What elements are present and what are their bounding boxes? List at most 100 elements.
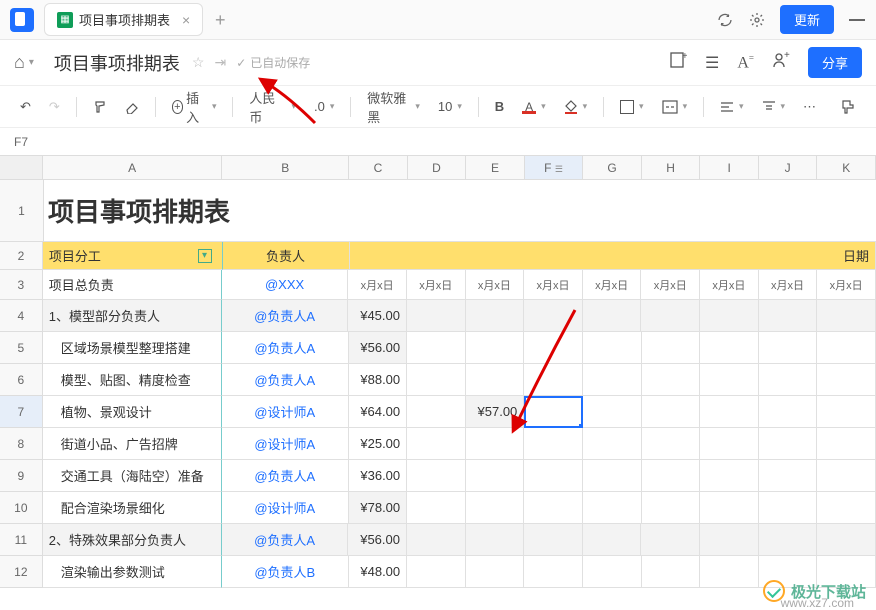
app-logo-icon[interactable]: [10, 8, 34, 32]
share-button[interactable]: 分享: [808, 47, 862, 78]
cell-k3[interactable]: x月x日: [817, 270, 876, 300]
header-date[interactable]: 日期: [350, 242, 876, 270]
cell-b4[interactable]: @负责人A: [222, 300, 349, 332]
paint-format-icon[interactable]: [834, 95, 862, 119]
header-owner[interactable]: 负责人: [223, 242, 350, 270]
cell-c7[interactable]: ¥64.00: [349, 396, 408, 428]
minimize-button[interactable]: [848, 11, 866, 29]
cell-c4[interactable]: ¥45.00: [348, 300, 407, 332]
merge-cells-button[interactable]: ▾: [656, 96, 694, 118]
close-icon[interactable]: ×: [182, 12, 190, 28]
row-header-3[interactable]: 3: [0, 270, 43, 300]
selected-cell-f7[interactable]: [524, 396, 583, 428]
cell-a6[interactable]: 模型、贴图、精度检查: [43, 364, 222, 396]
borders-button[interactable]: ▾: [614, 96, 650, 118]
filter-icon[interactable]: ▾: [198, 249, 212, 263]
cell-b10[interactable]: @设计师A: [222, 492, 349, 524]
cell-a12[interactable]: 渲染输出参数测试: [43, 556, 222, 588]
row-header-8[interactable]: 8: [0, 428, 43, 460]
document-title[interactable]: 项目事项排期表: [54, 50, 180, 76]
cell-g3[interactable]: x月x日: [583, 270, 642, 300]
cell-j3[interactable]: x月x日: [759, 270, 818, 300]
cell-b8[interactable]: @设计师A: [222, 428, 349, 460]
cell-c8[interactable]: ¥25.00: [349, 428, 408, 460]
cell-a5[interactable]: 区域场景模型整理搭建: [43, 332, 222, 364]
document-tab[interactable]: ▦ 项目事项排期表 ×: [44, 3, 203, 36]
cell-b5[interactable]: @负责人A: [222, 332, 349, 364]
currency-format-button[interactable]: 人民币▾: [243, 84, 302, 130]
undo-button[interactable]: ↶: [14, 95, 37, 119]
cell-b3[interactable]: @XXX: [222, 270, 349, 300]
row-header-5[interactable]: 5: [0, 332, 43, 364]
cell-a4[interactable]: 1、模型部分负责人: [43, 300, 222, 332]
row-header-6[interactable]: 6: [0, 364, 43, 396]
format-painter-icon[interactable]: [87, 96, 113, 118]
new-tab-button[interactable]: +: [211, 11, 229, 29]
row-header-1[interactable]: 1: [0, 180, 44, 242]
row-header-7[interactable]: 7: [0, 396, 43, 428]
cell-a7[interactable]: 植物、景观设计: [43, 396, 222, 428]
col-header-K[interactable]: K: [817, 156, 876, 180]
sheet-title[interactable]: 项目事项排期表: [44, 180, 876, 242]
cell-i3[interactable]: x月x日: [700, 270, 759, 300]
more-button[interactable]: ⋯: [797, 95, 822, 119]
col-header-J[interactable]: J: [759, 156, 818, 180]
selection-handle[interactable]: [579, 424, 583, 428]
update-button[interactable]: 更新: [780, 5, 834, 34]
cell-c11[interactable]: ¥56.00: [348, 524, 407, 556]
settings-icon[interactable]: [748, 11, 766, 29]
redo-button[interactable]: ↷: [43, 95, 66, 119]
header-task[interactable]: 项目分工▾: [43, 242, 223, 270]
cell-b9[interactable]: @负责人A: [222, 460, 349, 492]
cell-a11[interactable]: 2、特殊效果部分负责人: [43, 524, 222, 556]
cell-b12[interactable]: @负责人B: [222, 556, 349, 588]
col-header-G[interactable]: G: [583, 156, 642, 180]
row-header-12[interactable]: 12: [0, 556, 43, 588]
row-header-10[interactable]: 10: [0, 492, 43, 524]
cell-a9[interactable]: 交通工具（海陆空）准备: [43, 460, 222, 492]
vertical-align-button[interactable]: ▾: [756, 97, 792, 117]
row-header-9[interactable]: 9: [0, 460, 43, 492]
font-size-button[interactable]: 10▾: [432, 95, 468, 118]
decimal-button[interactable]: .0▾: [308, 95, 340, 118]
cell-a3[interactable]: 项目总负责: [43, 270, 222, 300]
filter-dropdown-icon[interactable]: ☰: [555, 164, 563, 174]
horizontal-align-button[interactable]: ▾: [714, 97, 750, 117]
cell-b11[interactable]: @负责人A: [222, 524, 349, 556]
home-icon[interactable]: ⌂: [14, 52, 25, 73]
insert-panel-icon[interactable]: +: [669, 51, 687, 74]
cell-c9[interactable]: ¥36.00: [349, 460, 408, 492]
cell-c3[interactable]: x月x日: [348, 270, 407, 300]
font-family-button[interactable]: 微软雅黑▾: [361, 84, 426, 130]
cell-f3[interactable]: x月x日: [524, 270, 583, 300]
cell-e7[interactable]: ¥57.00: [466, 396, 525, 428]
select-all-corner[interactable]: [0, 156, 43, 180]
cell-b6[interactable]: @负责人A: [222, 364, 349, 396]
col-header-H[interactable]: H: [642, 156, 701, 180]
clear-format-icon[interactable]: [119, 96, 145, 118]
bold-button[interactable]: B: [489, 95, 510, 118]
col-header-A[interactable]: A: [43, 156, 222, 180]
cell-c12[interactable]: ¥48.00: [349, 556, 408, 588]
list-icon[interactable]: ☰: [705, 53, 719, 73]
col-header-I[interactable]: I: [700, 156, 759, 180]
col-header-E[interactable]: E: [466, 156, 525, 180]
row-header-2[interactable]: 2: [0, 242, 43, 270]
move-folder-icon[interactable]: ⇥: [214, 54, 226, 71]
cell-c10[interactable]: ¥78.00: [349, 492, 408, 524]
fill-color-button[interactable]: ▾: [558, 96, 594, 118]
cell-h3[interactable]: x月x日: [641, 270, 700, 300]
sync-icon[interactable]: [716, 11, 734, 29]
cell-c6[interactable]: ¥88.00: [349, 364, 408, 396]
add-person-icon[interactable]: +: [772, 51, 790, 74]
text-color-button[interactable]: A▾: [516, 96, 552, 118]
home-dropdown-icon[interactable]: ▾: [29, 57, 34, 68]
col-header-F[interactable]: F ☰: [525, 156, 584, 180]
cell-b7[interactable]: @设计师A: [222, 396, 349, 428]
row-header-4[interactable]: 4: [0, 300, 43, 332]
star-icon[interactable]: ☆: [192, 54, 205, 71]
insert-button[interactable]: +插入▾: [166, 84, 223, 130]
cell-c5[interactable]: ¥56.00: [349, 332, 408, 364]
col-header-C[interactable]: C: [349, 156, 408, 180]
cell-a8[interactable]: 街道小品、广告招牌: [43, 428, 222, 460]
